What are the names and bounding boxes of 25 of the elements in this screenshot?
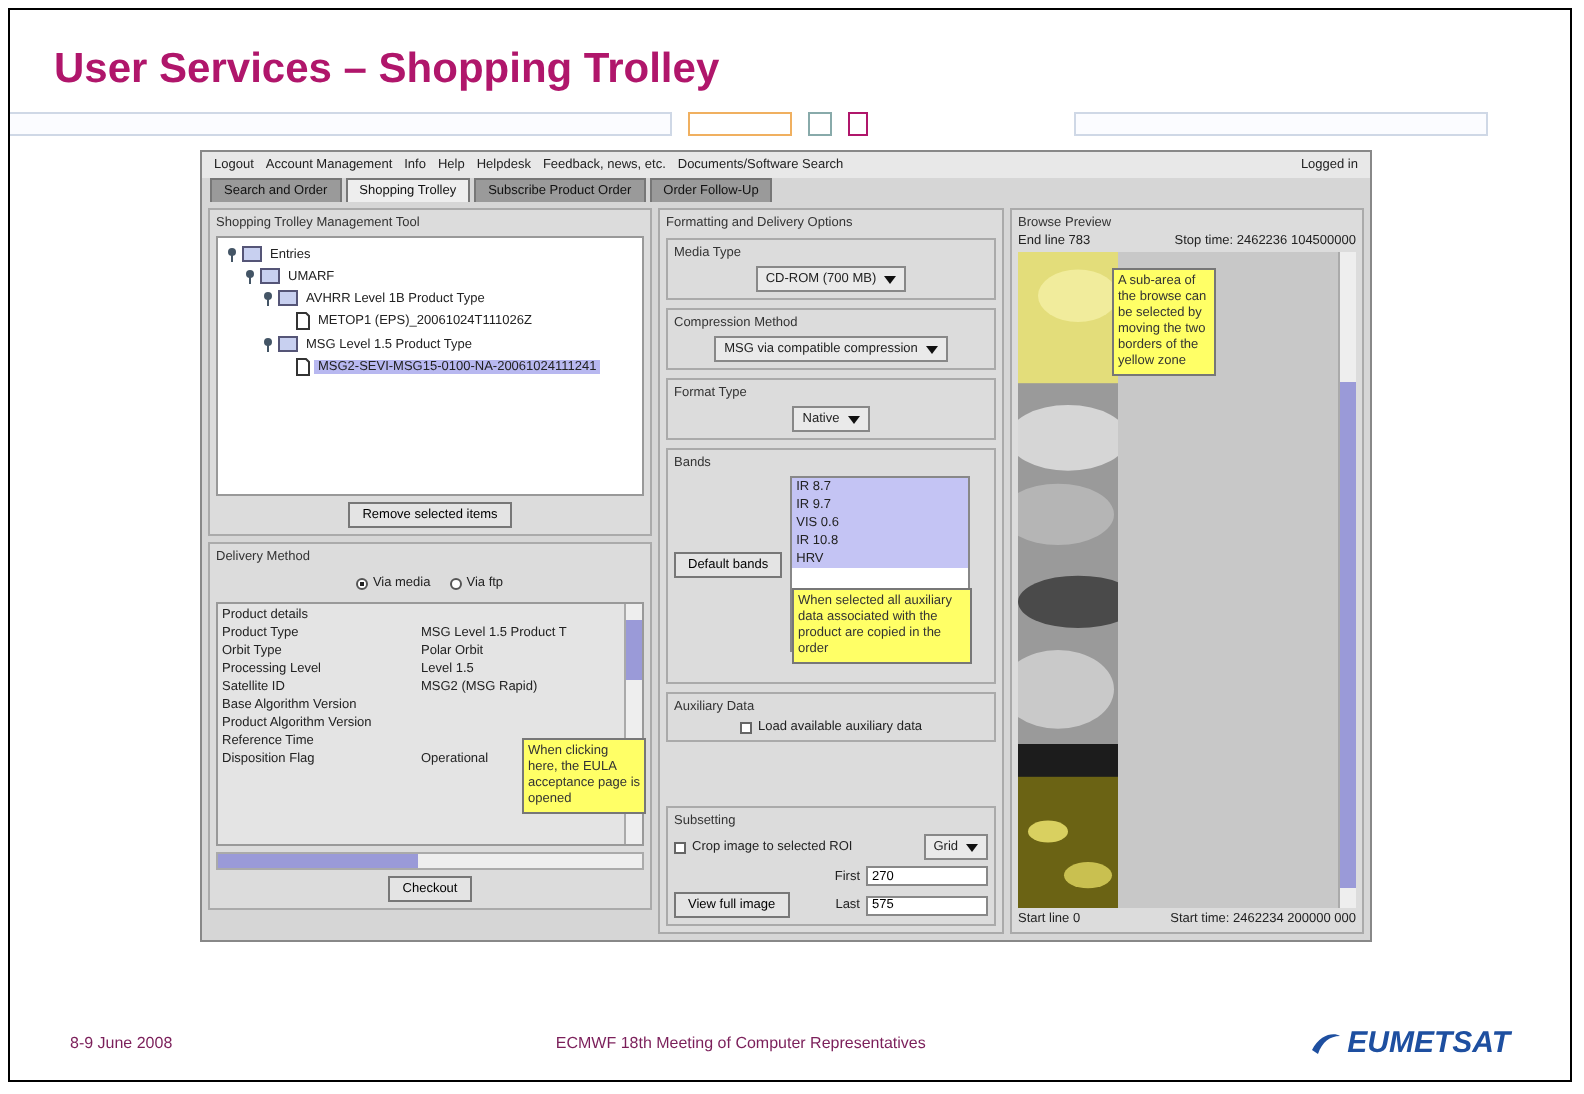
dropdown-caret-icon (847, 415, 860, 423)
slide-title: User Services – Shopping Trolley (54, 46, 722, 94)
radio-button[interactable] (450, 577, 463, 589)
checkbox[interactable] (674, 841, 686, 853)
dropdown-caret-icon (884, 275, 897, 283)
checkbox[interactable] (739, 721, 752, 733)
decor-frame (688, 112, 792, 136)
swoosh-logo-icon (1309, 1029, 1342, 1057)
slide-footer: ECMWF 18th Meeting of Computer Representatives (172, 1034, 1310, 1052)
logo-text: EUMETSAT (1347, 1026, 1510, 1060)
document-icon (296, 312, 310, 330)
folder-icon (278, 336, 298, 352)
slide-date: 8-9 June 2008 (70, 1034, 173, 1052)
expanded-node-icon[interactable] (262, 337, 274, 351)
scrollbar[interactable] (1338, 252, 1356, 908)
decor-frame (808, 112, 832, 136)
scrollbar[interactable] (216, 852, 644, 870)
expanded-node-icon[interactable] (262, 291, 274, 305)
document-icon (296, 358, 310, 376)
radio-button[interactable] (356, 577, 369, 589)
expanded-node-icon[interactable] (244, 269, 256, 283)
dropdown-caret-icon (925, 345, 938, 353)
expanded-node-icon[interactable] (226, 247, 238, 261)
dropdown-caret-icon (966, 843, 978, 851)
decor-frame (848, 112, 868, 136)
